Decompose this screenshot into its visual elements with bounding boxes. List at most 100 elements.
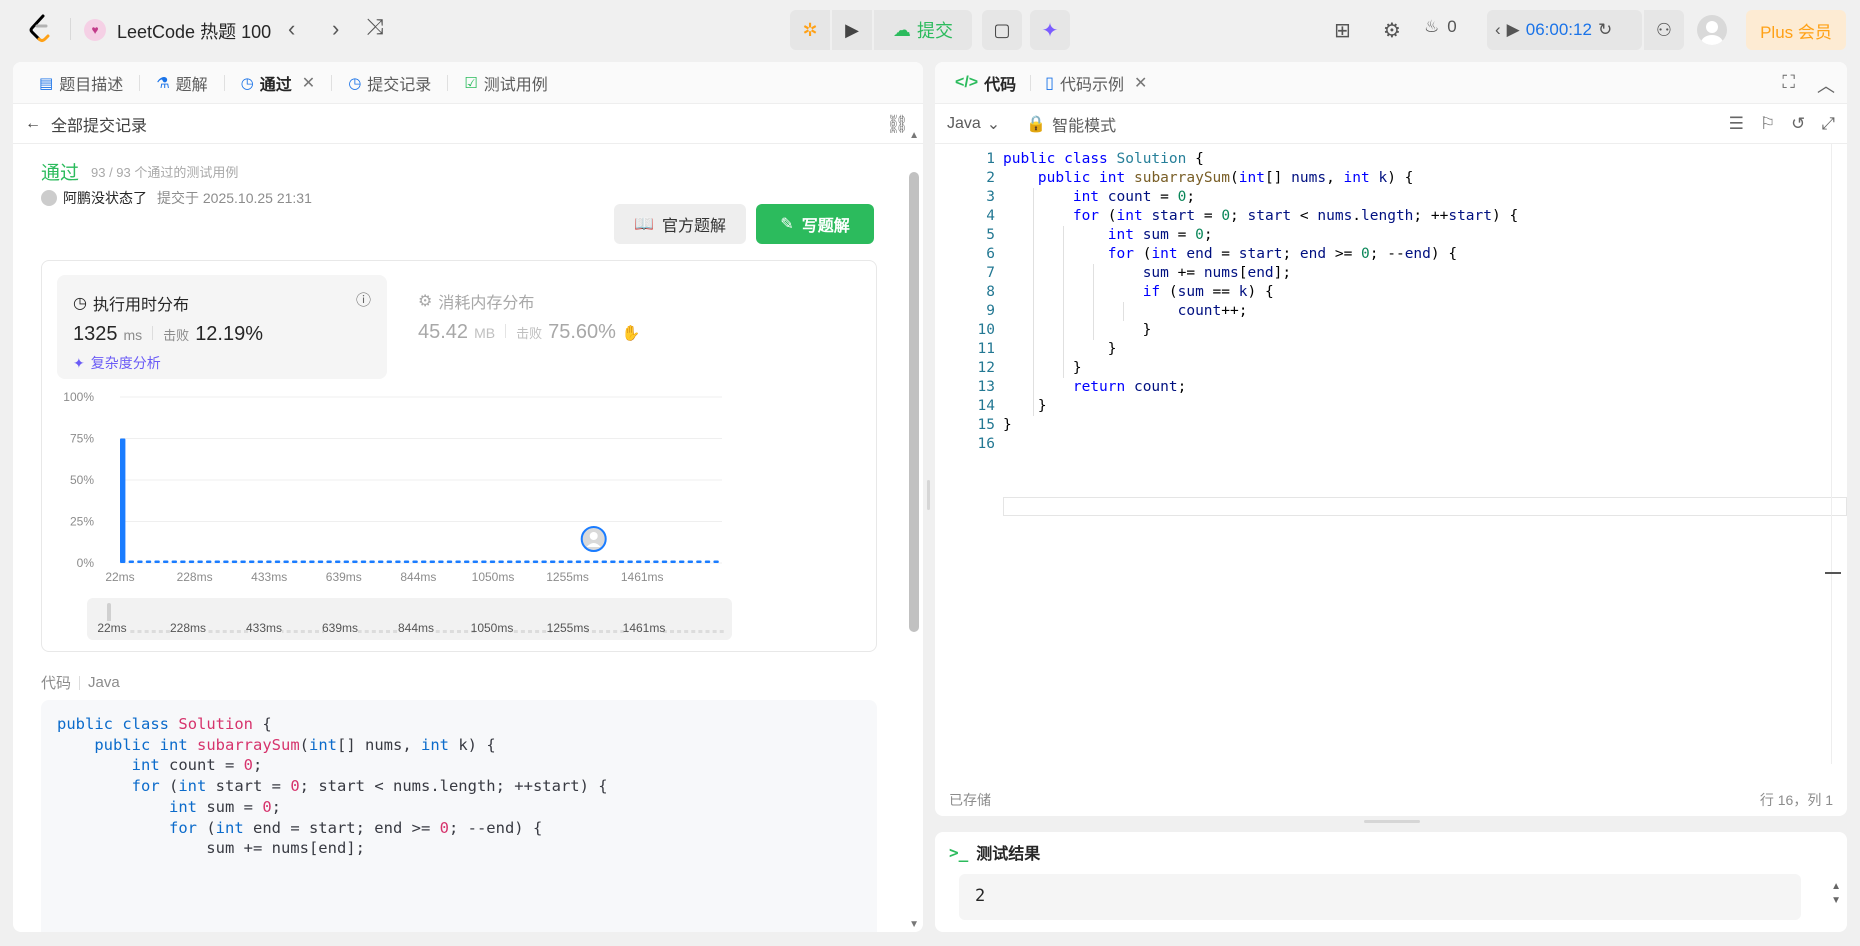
editor-scrollbar[interactable] [1825, 144, 1841, 764]
distribution-bar[interactable] [438, 560, 444, 563]
distribution-bar[interactable] [300, 560, 306, 563]
official-solution-button[interactable]: 📖 官方题解 [614, 204, 746, 244]
distribution-bar[interactable] [541, 560, 547, 563]
scroll-down-icon[interactable]: ▼ [909, 919, 919, 930]
author-name[interactable]: 阿鹏没状态了 [63, 188, 147, 208]
distribution-bar[interactable] [214, 560, 220, 563]
timer-play-icon[interactable]: ▶ [1507, 20, 1520, 40]
reset-icon[interactable]: ↺ [1791, 114, 1805, 134]
author-avatar[interactable] [41, 190, 57, 206]
back-to-submissions[interactable]: ← 全部提交记录 ⛓ [13, 104, 923, 144]
fullscreen-icon[interactable]: ⛶ [1782, 72, 1795, 98]
distribution-bar[interactable] [515, 560, 521, 563]
distribution-bar[interactable] [644, 560, 650, 563]
study-list-icon[interactable]: ♥ [84, 19, 106, 41]
distribution-bar[interactable] [231, 560, 238, 563]
distribution-bar[interactable] [360, 560, 367, 563]
distribution-bar[interactable] [223, 560, 229, 563]
settings-gear-icon[interactable]: ⚙ [1383, 18, 1401, 43]
distribution-bar[interactable] [249, 560, 255, 563]
panel-resize-handle[interactable] [927, 480, 930, 510]
tab-code[interactable]: </> 代码 [947, 62, 1024, 104]
write-solution-button[interactable]: ✎ 写题解 [756, 204, 874, 244]
distribution-bar[interactable] [575, 560, 582, 563]
distribution-bar[interactable] [386, 560, 392, 563]
distribution-bar[interactable] [369, 560, 375, 563]
prev-problem-icon[interactable]: ‹ [288, 16, 295, 42]
expand-icon[interactable]: ⤢ [1821, 114, 1835, 134]
distribution-bar[interactable] [610, 560, 616, 563]
leetcode-logo-icon[interactable] [26, 14, 54, 44]
distribution-bar[interactable] [627, 560, 633, 563]
next-problem-icon[interactable]: › [332, 16, 339, 42]
distribution-bar[interactable] [704, 560, 711, 563]
distribution-bar[interactable] [283, 560, 289, 563]
distribution-bar[interactable] [171, 560, 177, 563]
distribution-bar[interactable] [687, 560, 693, 563]
distribution-bar[interactable] [403, 560, 410, 563]
language-select[interactable]: Java ⌄ [947, 114, 1000, 134]
distribution-bar[interactable] [679, 560, 685, 563]
distribution-bar[interactable] [429, 560, 435, 563]
distribution-bar[interactable] [421, 560, 427, 563]
distribution-bar[interactable] [257, 560, 263, 563]
distribution-bar[interactable] [335, 560, 341, 563]
distribution-bar[interactable] [567, 560, 573, 563]
memory-title[interactable]: ⚙ 消耗内存分布 [418, 289, 534, 313]
distribution-bar[interactable] [550, 560, 556, 563]
distribution-bar[interactable] [653, 560, 659, 563]
distribution-bar[interactable] [128, 560, 134, 563]
tab-accepted[interactable]: ◷ 通过 ✕ [231, 62, 326, 104]
runtime-box[interactable]: ◷ 执行用时分布 ⓘ 1325 ms 击败 12.19% ✦ 复杂度分析 [57, 275, 387, 379]
format-icon[interactable]: ☰ [1729, 114, 1744, 134]
result-scroll-icon[interactable]: ▲ ▼ [1831, 880, 1841, 908]
distribution-bar[interactable] [352, 560, 358, 563]
distribution-bar[interactable] [240, 560, 246, 563]
tab-testcases[interactable]: ☑ 测试用例 [454, 62, 557, 104]
invite-friend-button[interactable]: ⚇ [1644, 10, 1684, 50]
distribution-bar[interactable] [120, 438, 126, 564]
layout-icon[interactable]: ⊞ [1334, 18, 1351, 43]
ai-assistant-button[interactable]: ✦ [1030, 10, 1070, 50]
complexity-analysis-link[interactable]: ✦ 复杂度分析 [73, 353, 161, 373]
distribution-bar[interactable] [481, 560, 487, 563]
distribution-bar[interactable] [472, 560, 478, 563]
bookmark-icon[interactable]: ⚐ [1760, 114, 1775, 134]
editor-resize-handle[interactable] [1364, 820, 1420, 823]
distribution-bar[interactable] [498, 560, 504, 563]
distribution-bar[interactable] [197, 560, 203, 563]
distribution-bar[interactable] [593, 560, 599, 563]
distribution-bar[interactable] [137, 560, 143, 563]
code-editor[interactable]: 1 public class Solution {2 public int sub… [935, 144, 1847, 754]
distribution-bar[interactable] [464, 560, 470, 563]
note-button[interactable]: ▢ [982, 10, 1022, 50]
test-result-header[interactable]: >_ 测试结果 [935, 832, 1847, 872]
distribution-bar[interactable] [507, 560, 513, 563]
distribution-bar[interactable] [696, 560, 702, 563]
distribution-bar[interactable] [636, 560, 642, 563]
distribution-bar[interactable] [206, 560, 212, 563]
distribution-bar[interactable] [343, 560, 349, 563]
tab-solutions[interactable]: ⚗ 题解 [146, 62, 217, 104]
distribution-bar[interactable] [532, 560, 539, 563]
distribution-bar[interactable] [412, 560, 418, 563]
tab-description[interactable]: ▤ 题目描述 [29, 62, 133, 104]
distribution-bar[interactable] [618, 560, 625, 563]
runtime-distribution-chart[interactable]: 100% 75% 50% 25% 0% 22ms 228ms 433ms 639ms 844ms 1… [42, 385, 878, 647]
distribution-bar[interactable] [558, 560, 564, 563]
streak-counter[interactable]: ♨ 0 [1424, 17, 1457, 37]
distribution-bar[interactable] [326, 560, 332, 563]
share-link-icon[interactable]: ⛓ [886, 114, 909, 135]
tab-code-example[interactable]: ▯ 代码示例 ✕ [1037, 62, 1155, 104]
distribution-bar[interactable] [395, 560, 401, 563]
distribution-bar[interactable] [713, 560, 719, 563]
distribution-bar[interactable] [274, 560, 281, 563]
tab-submissions[interactable]: ◷ 提交记录 [338, 62, 441, 104]
distribution-bar[interactable] [524, 560, 530, 563]
submitted-code[interactable]: public class Solution { public int subar… [41, 700, 877, 932]
study-list-title[interactable]: LeetCode 热题 100 [117, 18, 271, 44]
user-avatar[interactable] [1697, 15, 1727, 45]
distribution-bar[interactable] [163, 560, 169, 563]
close-icon[interactable]: ✕ [1134, 73, 1147, 93]
shuffle-icon[interactable]: ⤨ [366, 14, 384, 40]
